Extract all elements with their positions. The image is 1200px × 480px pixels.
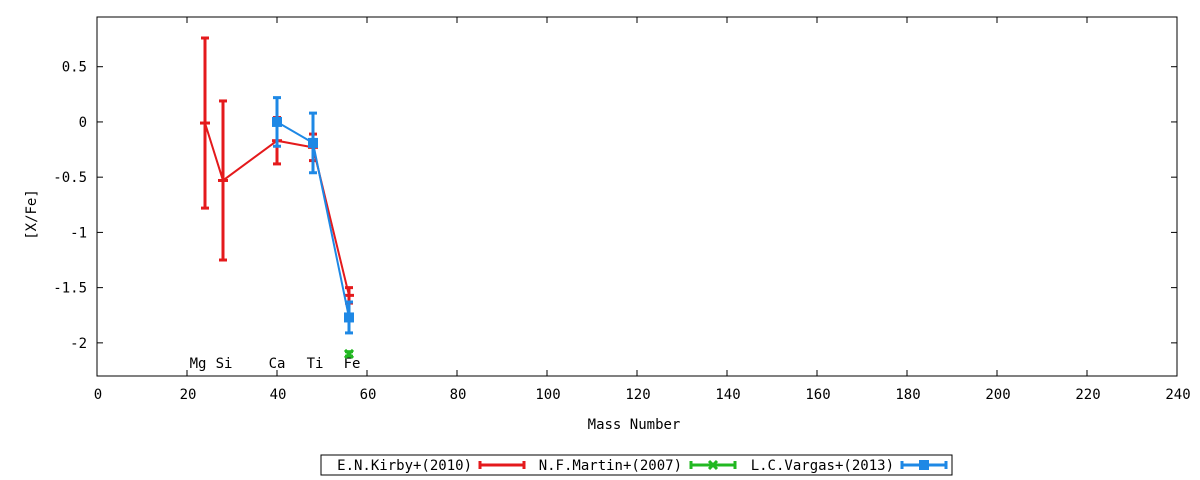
x-tick-label: 100 [535,387,560,403]
series-1 [343,348,355,359]
legend-label-0: E.N.Kirby+(2010) [337,458,472,474]
x-tick-label: 160 [805,387,830,403]
legend-label-2: L.C.Vargas+(2013) [751,458,894,474]
element-labels: Mg Si Ca Ti Fe [190,356,361,372]
series-0 [200,36,354,305]
y-tick-label: -0.5 [53,170,87,186]
element-label-si: Si [216,356,233,372]
legend-label-1: N.F.Martin+(2007) [539,458,682,474]
x-axis-label: Mass Number [588,417,681,433]
y-tick-label: 0.5 [62,60,87,76]
legend-marker-2 [919,460,929,470]
x-tick-label: 200 [985,387,1010,403]
series-2 [272,96,354,335]
y-axis-label: [X/Fe] [24,189,40,240]
element-label-mg: Mg [190,356,207,372]
legend: E.N.Kirby+(2010) N.F.Martin+(2007) L.C.Var… [320,454,953,476]
x-tick-label: 120 [625,387,650,403]
y-tick-label: -1.5 [53,281,87,297]
x-tick-label: 220 [1075,387,1100,403]
x-tick-label: 0 [94,387,102,403]
x-tick-label: 140 [715,387,740,403]
chart: 0 20 40 60 80 100 120 140 160 180 200 220 240 0.5 0 -0.… [24,16,1191,476]
y-tick-label: -1 [70,225,87,241]
x-tick-label: 240 [1165,387,1190,403]
x-tick-label: 60 [360,387,377,403]
data-point [272,116,282,127]
x-tick-label: 180 [895,387,920,403]
y-tick-label: 0 [79,115,87,131]
data-point [308,137,318,148]
x-tick-label: 40 [270,387,287,403]
series [200,36,355,359]
y-tick-label: -2 [70,336,87,352]
element-label-ca: Ca [269,356,286,372]
x-tick-label: 20 [180,387,197,403]
x-tick-label: 80 [450,387,467,403]
data-point [344,312,354,323]
plot-frame [96,16,1178,377]
element-label-ti: Ti [307,356,324,372]
